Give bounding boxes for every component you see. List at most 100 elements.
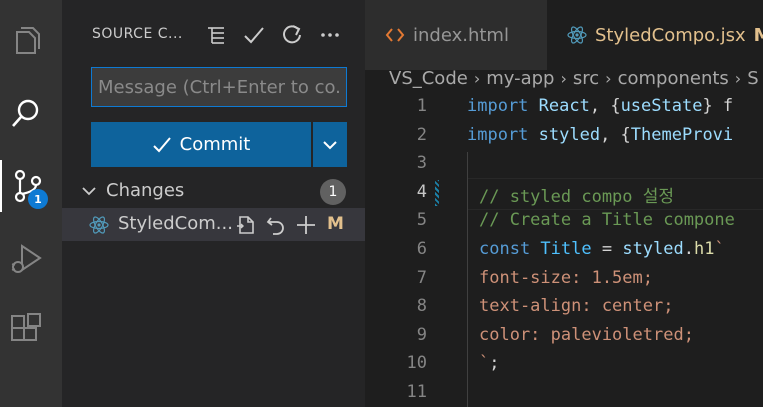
code-token: = [591,239,623,259]
line-number: 7 [416,268,427,288]
ellipsis-icon [321,33,339,37]
editor-tabs: index.html StyledCompo.jsx M [365,0,763,70]
code-token: // styled compo 설정 [479,187,675,207]
code-line: font-size: 1.5em; [479,268,653,288]
line-number: 1 [416,96,427,116]
search-button[interactable] [0,88,52,140]
editor-area: index.html StyledCompo.jsx M VS_Code › m… [365,0,763,407]
line-number: 10 [406,353,427,373]
line-number: 5 [416,210,427,230]
breadcrumb-item[interactable]: S [747,68,758,89]
changes-count-badge: 1 [320,179,346,205]
code-token: styled [538,125,601,145]
commit-button[interactable]: Commit [91,122,311,167]
changes-label: Changes [106,180,185,201]
breadcrumb-item[interactable]: components [618,68,729,89]
commit-dropdown-button[interactable] [313,122,347,167]
stage-changes-button[interactable] [294,213,318,237]
code-token: // Create a Title compone [479,210,735,230]
code-token: import [467,125,539,145]
extensions-button[interactable] [0,304,52,356]
run-debug-icon [11,244,42,273]
react-icon [567,26,587,44]
refresh-icon [283,25,301,44]
check-icon [152,136,171,152]
plus-icon [297,216,315,234]
code-token: React [538,96,590,116]
search-icon [12,99,39,127]
code-line: import styled, {ThemeProvi [467,125,733,145]
changes-group-header[interactable]: Changes 1 [62,178,365,206]
code-token: const [479,239,541,259]
commit-check-button[interactable] [240,22,268,48]
commit-message-input[interactable] [91,67,347,107]
code-token: ; [489,353,500,373]
activity-bar: 1 [0,0,62,407]
code-token: text-align: center; [479,296,674,316]
chevron-right-icon: › [734,68,742,88]
breadcrumb-item[interactable]: src [573,68,599,89]
code-line: text-align: center; [479,296,673,316]
changed-file-name: StyledCom... [118,213,233,234]
source-control-badge: 1 [28,189,48,209]
source-control-button[interactable]: 1 [0,160,54,212]
line-number: 11 [406,382,427,402]
code-line: // Create a Title compone [479,210,735,230]
tab-label: index.html [413,24,509,46]
changed-file-row[interactable]: StyledCom... M [62,208,365,241]
code-line: `; [479,353,500,373]
breadcrumb: VS_Code › my-app › src › components › S [389,66,759,90]
files-icon [16,27,40,54]
code-line: const Title = styled.h1` [479,239,725,259]
open-file-button[interactable] [234,213,258,237]
code-token: ` [479,353,490,373]
tab-label: StyledCompo.jsx [595,24,746,46]
file-status-modified: M [327,214,344,234]
chevron-right-icon: › [605,68,612,88]
code-token: ThemeProvi [630,125,734,145]
tab-modified-indicator: M [753,24,763,46]
code-token: } f [702,96,734,116]
chevron-right-icon: › [560,68,567,88]
code-token: font-size: 1.5em; [479,268,653,288]
code-token: useState [620,96,703,116]
code-token: Title [540,239,592,259]
line-number: 3 [416,153,427,173]
tab-styledcompo-jsx[interactable]: StyledCompo.jsx M [547,0,763,70]
html-file-icon [385,28,405,42]
code-line: import React, {useState} f [467,96,733,116]
view-as-tree-button[interactable] [202,22,230,48]
code-token: import [467,96,539,116]
refresh-button[interactable] [278,22,306,48]
commit-button-label: Commit [179,134,251,155]
code-line: // styled compo 설정 [479,182,674,207]
code-line: color: palevioletred; [479,325,694,345]
code-token: , { [600,125,631,145]
code-token: color: palevioletred; [479,325,694,345]
modified-line-gutter-marker [435,180,439,206]
run-debug-button[interactable] [0,232,52,284]
code-token: styled [622,239,684,259]
indent-guide [467,152,468,407]
check-icon [244,27,264,44]
react-icon [89,216,109,234]
line-number: 8 [416,296,427,316]
breadcrumb-item[interactable]: VS_Code [389,68,468,89]
panel-title: SOURCE C... [92,26,183,42]
explorer-button[interactable] [0,16,52,68]
chevron-down-icon [323,140,337,149]
source-control-panel: SOURCE C... Message (Ctrl+Enter to co...… [62,0,365,407]
discard-changes-button[interactable] [264,213,288,237]
code-token: ` [714,239,725,259]
more-actions-button[interactable] [316,22,344,48]
breadcrumb-item[interactable]: my-app [486,68,554,89]
code-token: h1 [694,239,715,259]
chevron-down-icon [82,187,96,196]
line-number: 2 [416,125,427,145]
line-number: 9 [416,325,427,345]
code-token: . [683,239,694,259]
discard-icon [266,217,284,235]
tab-index-html[interactable]: index.html [365,0,547,70]
list-tree-icon [208,27,224,44]
line-number: 4 [416,182,427,202]
